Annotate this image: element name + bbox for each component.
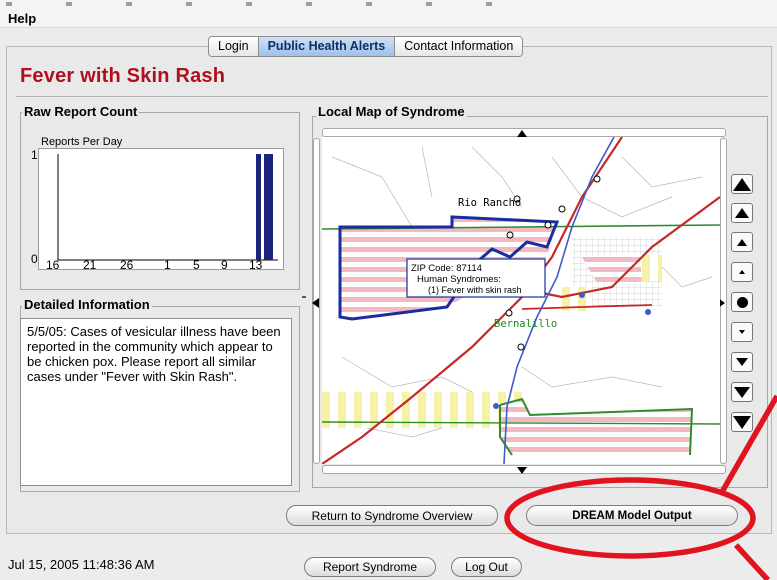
y-tick-top: 1 xyxy=(31,148,38,162)
pan-up-icon[interactable] xyxy=(517,130,527,137)
return-to-overview-button[interactable]: Return to Syndrome Overview xyxy=(286,505,498,526)
title-divider xyxy=(16,96,768,97)
tooltip-zip: ZIP Code: 87114 xyxy=(411,263,482,274)
x-tick: 5 xyxy=(193,258,200,272)
dream-model-output-button[interactable]: DREAM Model Output xyxy=(526,505,738,526)
menu-bar xyxy=(0,0,777,28)
menu-bar-overflow xyxy=(6,2,526,6)
y-tick-bottom: 0 xyxy=(31,252,38,266)
chart-bar xyxy=(268,154,273,260)
zoom-out-largest-icon[interactable] xyxy=(731,412,753,432)
zoom-out-small-icon[interactable] xyxy=(731,322,753,342)
chart-bar xyxy=(256,154,261,260)
map-place-bernalillo: Bernalillo xyxy=(494,318,557,330)
tooltip-human: Human Syndromes: xyxy=(417,274,501,285)
report-chart xyxy=(57,154,278,261)
highlight-pointer-lower xyxy=(733,543,771,580)
raw-report-label: Raw Report Count xyxy=(22,104,140,119)
x-tick: 13 xyxy=(249,258,263,272)
zoom-in-largest-icon[interactable] xyxy=(731,174,753,194)
chart-bars xyxy=(57,154,278,261)
zoom-reset-icon[interactable] xyxy=(731,292,753,312)
x-tick: 9 xyxy=(221,258,228,272)
zoom-out-large-icon[interactable] xyxy=(731,382,753,402)
tooltip-case: (1) Fever with skin rash xyxy=(428,285,522,295)
zip-tooltip: ZIP Code: 87114 Human Syndromes: (1) Fev… xyxy=(406,258,546,298)
map-label: Local Map of Syndrome xyxy=(316,104,467,119)
zoom-in-small-icon[interactable] xyxy=(731,262,753,282)
tab-bar: Login Public Health Alerts Contact Infor… xyxy=(208,36,524,57)
report-syndrome-button[interactable]: Report Syndrome xyxy=(304,557,436,577)
tab-contact-information[interactable]: Contact Information xyxy=(395,37,523,56)
tab-login[interactable]: Login xyxy=(209,37,259,56)
chart-title: Reports Per Day xyxy=(41,136,123,148)
zoom-in-large-icon[interactable] xyxy=(731,203,753,223)
x-tick: 16 xyxy=(46,258,60,272)
page-title: Fever with Skin Rash xyxy=(20,65,226,87)
log-out-button[interactable]: Log Out xyxy=(451,557,522,577)
tab-public-health-alerts[interactable]: Public Health Alerts xyxy=(258,37,396,56)
detail-text[interactable]: 5/5/05: Cases of vesicular illness have … xyxy=(20,318,292,486)
pan-left-icon[interactable] xyxy=(312,298,319,308)
map-place-rio-rancho: Rio Rancho xyxy=(458,197,521,209)
pan-down-icon[interactable] xyxy=(517,467,527,474)
menu-help[interactable]: Help xyxy=(8,11,36,26)
zoom-out-icon[interactable] xyxy=(731,352,753,372)
detail-label: Detailed Information xyxy=(22,297,152,312)
x-tick: 26 xyxy=(120,258,134,272)
x-tick: 1 xyxy=(164,258,171,272)
splitter-handle[interactable] xyxy=(302,296,306,298)
chart-axis xyxy=(57,154,278,261)
zoom-in-icon[interactable] xyxy=(731,232,753,252)
x-tick: 21 xyxy=(83,258,97,272)
status-timestamp: Jul 15, 2005 11:48:36 AM xyxy=(8,557,155,572)
syndrome-map[interactable]: Rio Rancho Bernalillo ZIP Code: 87114 Hu… xyxy=(322,137,720,464)
